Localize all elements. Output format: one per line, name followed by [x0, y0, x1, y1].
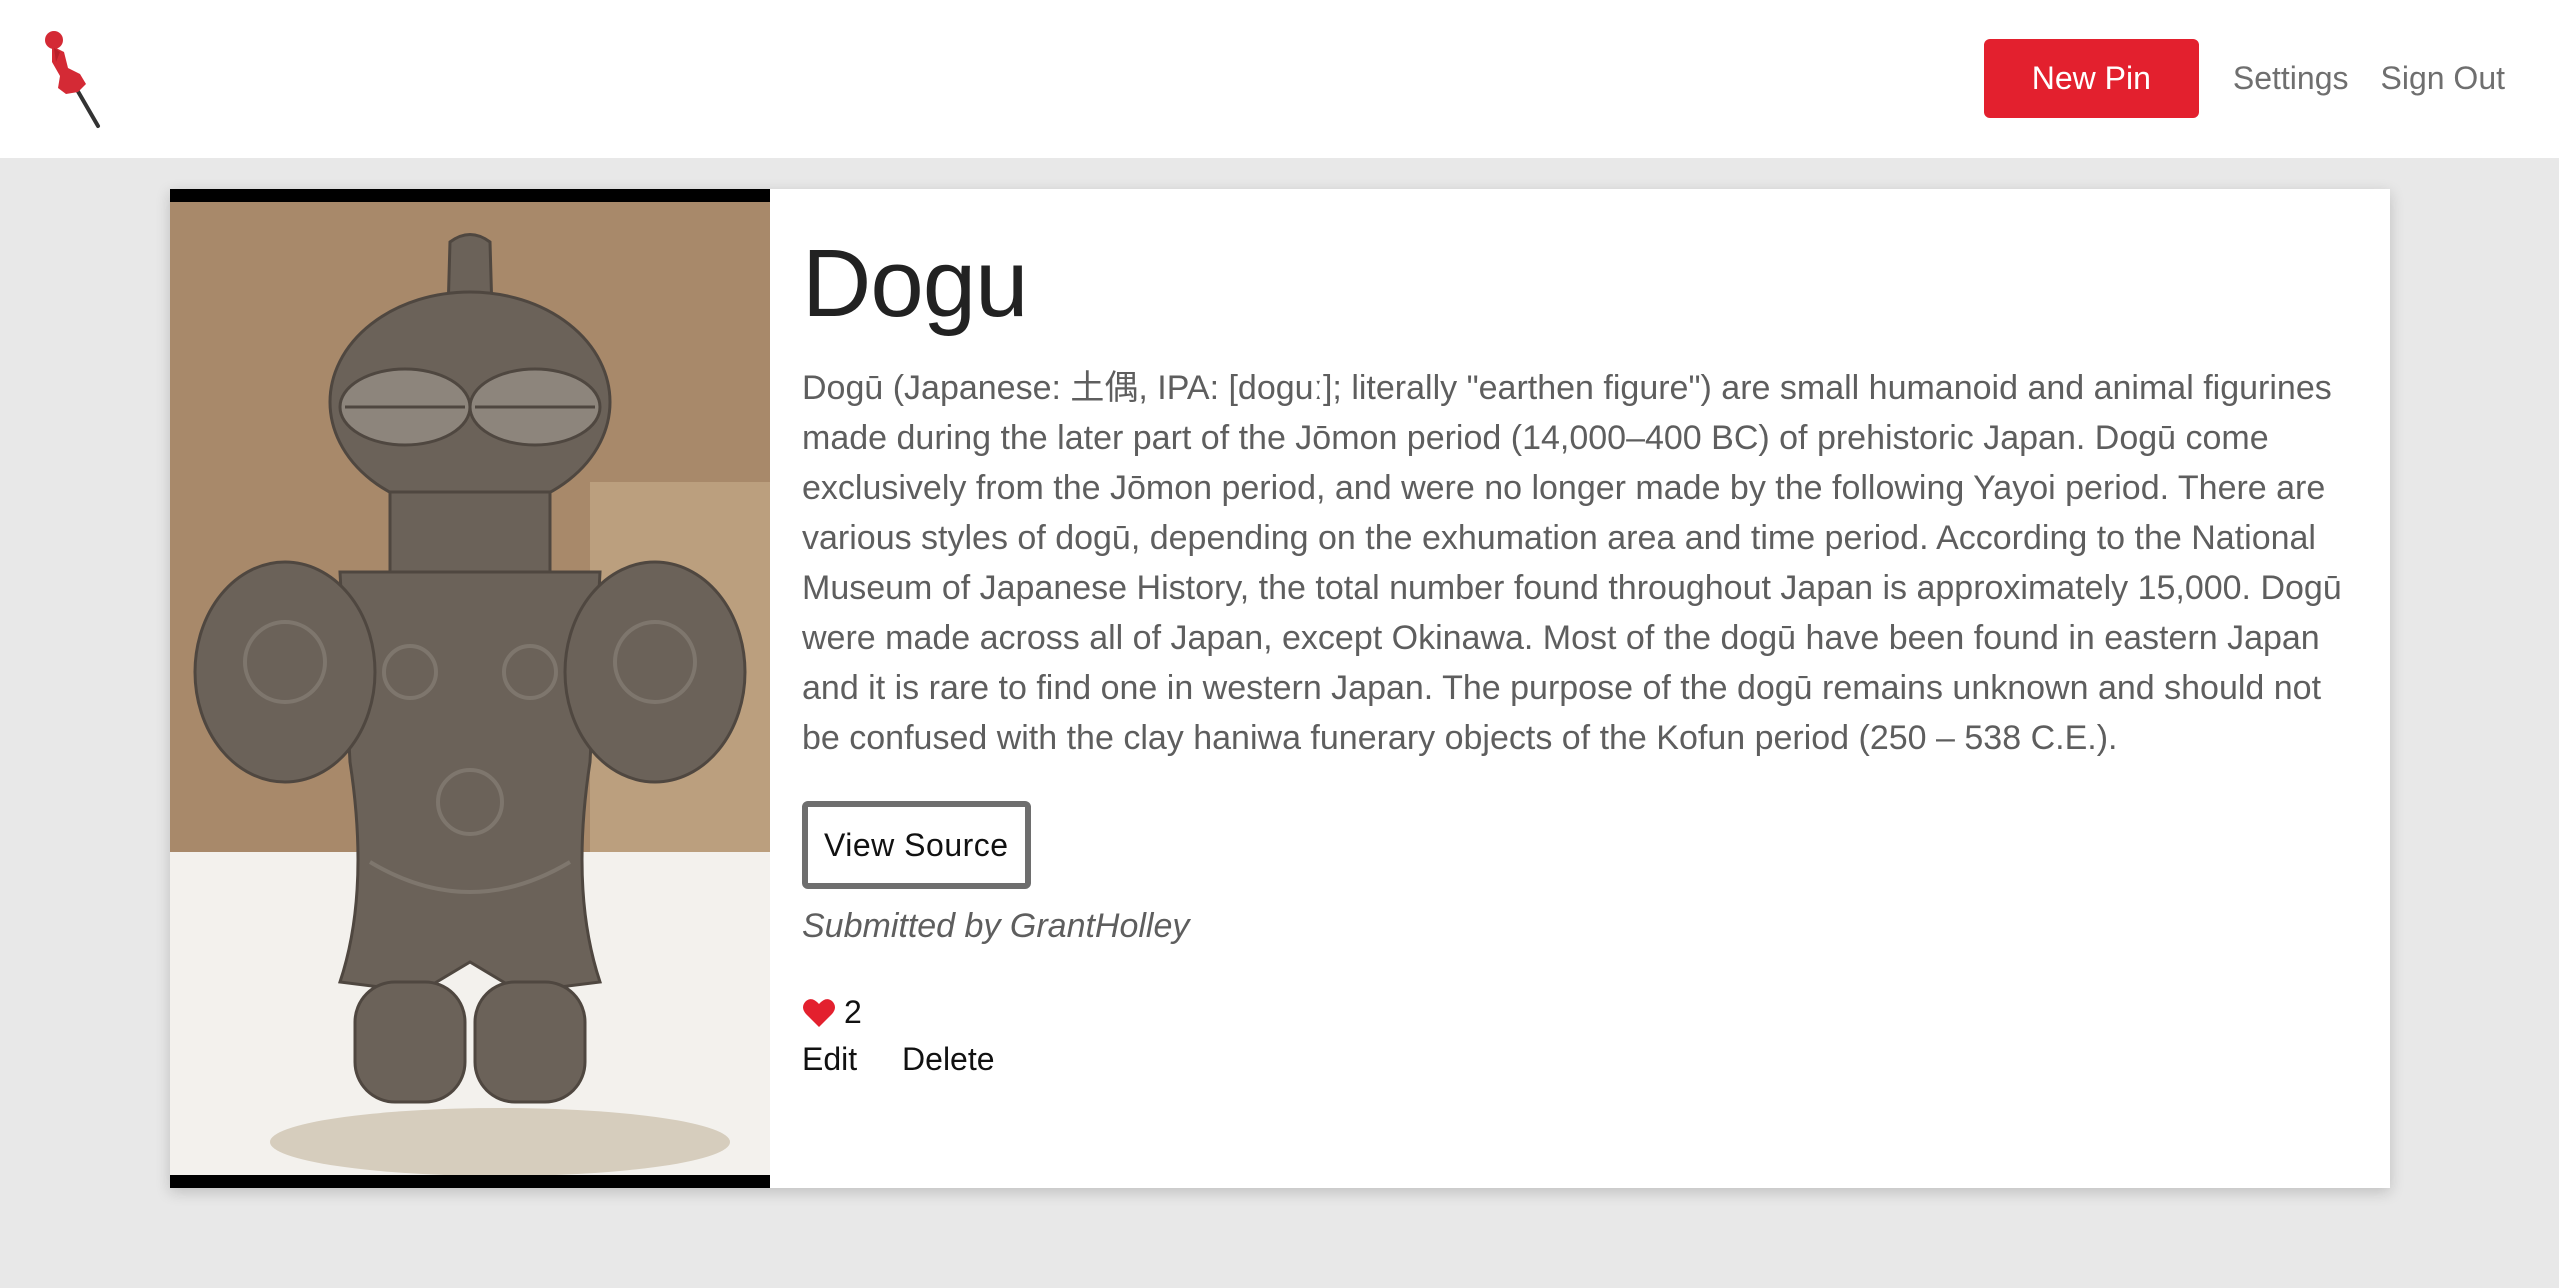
sign-out-link[interactable]: Sign Out: [2380, 60, 2505, 97]
pushpin-logo-icon[interactable]: [38, 28, 110, 132]
heart-icon[interactable]: [802, 997, 836, 1029]
dogu-figurine-photo: [170, 202, 770, 1175]
pin-description: Dogū (Japanese: 土偶, IPA: [doguː]; litera…: [802, 369, 2342, 757]
delete-link[interactable]: Delete: [902, 1041, 995, 1077]
settings-link[interactable]: Settings: [2233, 60, 2349, 97]
new-pin-button[interactable]: New Pin: [1983, 39, 2199, 118]
submitted-by: Submitted by GrantHolley: [802, 907, 1190, 945]
nav-actions: New Pin Settings Sign Out: [1983, 39, 2521, 118]
like-count: 2: [844, 994, 862, 1030]
pin-image: [170, 189, 770, 1188]
pin-actions: Edit Delete: [802, 1041, 2362, 1078]
pin-content: Dogu Dogū (Japanese: 土偶, IPA: [doguː]; l…: [802, 219, 2362, 1078]
edit-link[interactable]: Edit: [802, 1041, 857, 1077]
pin-detail-card: Dogu Dogū (Japanese: 土偶, IPA: [doguː]; l…: [170, 189, 2390, 1188]
top-navbar: New Pin Settings Sign Out: [0, 0, 2559, 158]
likes: 2: [802, 994, 2362, 1031]
pin-title: Dogu: [802, 230, 1029, 337]
view-source-button[interactable]: View Source: [802, 801, 1031, 889]
